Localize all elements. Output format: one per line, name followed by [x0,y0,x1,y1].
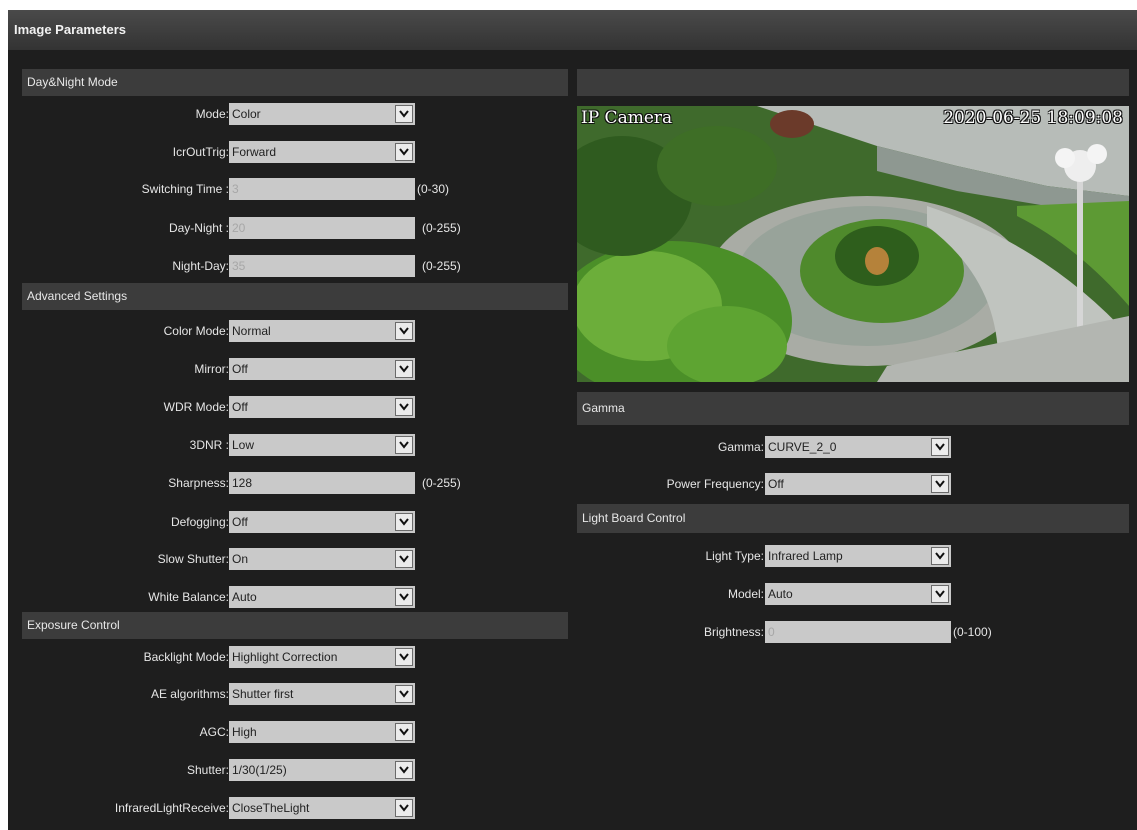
mode-select[interactable]: Color [229,103,415,125]
wdr-mode-select[interactable]: Off [229,396,415,418]
preview-header-bar [577,69,1129,96]
chevron-down-icon [395,143,413,161]
sharpness-label: Sharpness: [168,476,229,490]
wdr-mode-label: WDR Mode: [163,400,229,414]
light-type-value: Infrared Lamp [768,549,843,563]
mirror-select[interactable]: Off [229,358,415,380]
brightness-label: Brightness: [703,625,764,639]
chevron-down-icon [395,398,413,416]
day-night-label: Day-Night : [168,221,229,235]
chevron-down-icon [931,547,949,565]
white-balance-label: White Balance: [148,590,229,604]
ae-algorithms-label: AE algorithms: [150,687,229,701]
icrouttrig-value: Forward [232,145,277,159]
infrared-light-receive-select[interactable]: CloseTheLight [229,797,415,819]
agc-label: AGC: [199,725,229,739]
camera-live-preview[interactable]: IP Camera 2020-06-25 18:09:08 [577,106,1129,382]
switching-time-input[interactable]: 3 [229,178,415,200]
page-title: Image Parameters [8,10,1137,50]
model-label: Model: [727,587,764,601]
defogging-value: Off [232,515,248,529]
switching-time-label: Switching Time : [141,182,229,196]
icrouttrig-label: IcrOutTrig: [172,145,229,159]
backlight-mode-select[interactable]: Highlight Correction [229,646,415,668]
defogging-label: Defogging: [170,515,229,529]
section-gamma: Gamma [577,392,1129,425]
slow-shutter-label: Slow Shutter: [157,552,229,566]
color-mode-select[interactable]: Normal [229,320,415,342]
model-value: Auto [768,587,793,601]
chevron-down-icon [931,475,949,493]
shutter-label: Shutter: [186,763,229,777]
3dnr-select[interactable]: Low [229,434,415,456]
section-advanced-settings: Advanced Settings [22,283,568,310]
osd-camera-name: IP Camera [581,108,673,128]
model-select[interactable]: Auto [765,583,951,605]
ae-algorithms-value: Shutter first [232,687,294,701]
agc-select[interactable]: High [229,721,415,743]
sharpness-range: (0-255) [422,476,461,490]
chevron-down-icon [931,585,949,603]
backlight-mode-label: Backlight Mode: [143,650,229,664]
chevron-down-icon [395,723,413,741]
3dnr-value: Low [232,438,255,452]
brightness-range: (0-100) [953,625,992,639]
3dnr-label: 3DNR : [189,438,229,452]
color-mode-value: Normal [232,324,271,338]
mirror-value: Off [232,362,248,376]
slow-shutter-value: On [232,552,249,566]
chevron-down-icon [395,799,413,817]
gamma-label: Gamma: [717,440,764,454]
section-day-night-mode: Day&Night Mode [22,69,568,96]
chevron-down-icon [395,436,413,454]
night-day-range: (0-255) [422,259,461,273]
switching-time-range: (0-30) [417,182,450,196]
icrouttrig-select[interactable]: Forward [229,141,415,163]
chevron-down-icon [395,360,413,378]
night-day-label: Night-Day: [172,259,229,273]
osd-timestamp: 2020-06-25 18:09:08 [943,108,1123,128]
power-frequency-label: Power Frequency: [666,477,764,491]
chevron-down-icon [395,648,413,666]
day-night-range: (0-255) [422,221,461,235]
night-day-input[interactable]: 35 [229,255,415,277]
white-balance-select[interactable]: Auto [229,586,415,608]
chevron-down-icon [395,588,413,606]
brightness-input[interactable]: 0 [765,621,951,643]
color-mode-label: Color Mode: [163,324,229,338]
gamma-select[interactable]: CURVE_2_0 [765,436,951,458]
light-type-label: Light Type: [705,549,765,563]
preview-scene-image [577,106,1129,382]
chevron-down-icon [395,513,413,531]
shutter-select[interactable]: 1/30(1/25) [229,759,415,781]
chevron-down-icon [931,438,949,456]
image-parameters-panel: Image Parameters Day&Night Mode Mode: Co… [8,10,1137,830]
ae-algorithms-select[interactable]: Shutter first [229,683,415,705]
section-light-board-control: Light Board Control [577,504,1129,533]
sharpness-input[interactable]: 128 [229,472,415,494]
power-frequency-select[interactable]: Off [765,473,951,495]
section-exposure-control: Exposure Control [22,612,568,639]
mirror-label: Mirror: [194,362,229,376]
mode-value: Color [232,107,261,121]
light-type-select[interactable]: Infrared Lamp [765,545,951,567]
defogging-select[interactable]: Off [229,511,415,533]
chevron-down-icon [395,761,413,779]
chevron-down-icon [395,550,413,568]
chevron-down-icon [395,685,413,703]
backlight-mode-value: Highlight Correction [232,650,338,664]
infrared-light-receive-label: InfraredLightReceive: [114,801,229,815]
chevron-down-icon [395,105,413,123]
infrared-light-receive-value: CloseTheLight [232,801,310,815]
shutter-value: 1/30(1/25) [232,763,287,777]
day-night-input[interactable]: 20 [229,217,415,239]
agc-value: High [232,725,257,739]
power-frequency-value: Off [768,477,784,491]
white-balance-value: Auto [232,590,257,604]
slow-shutter-select[interactable]: On [229,548,415,570]
wdr-mode-value: Off [232,400,248,414]
gamma-value: CURVE_2_0 [768,440,837,454]
chevron-down-icon [395,322,413,340]
mode-label: Mode: [195,107,229,121]
